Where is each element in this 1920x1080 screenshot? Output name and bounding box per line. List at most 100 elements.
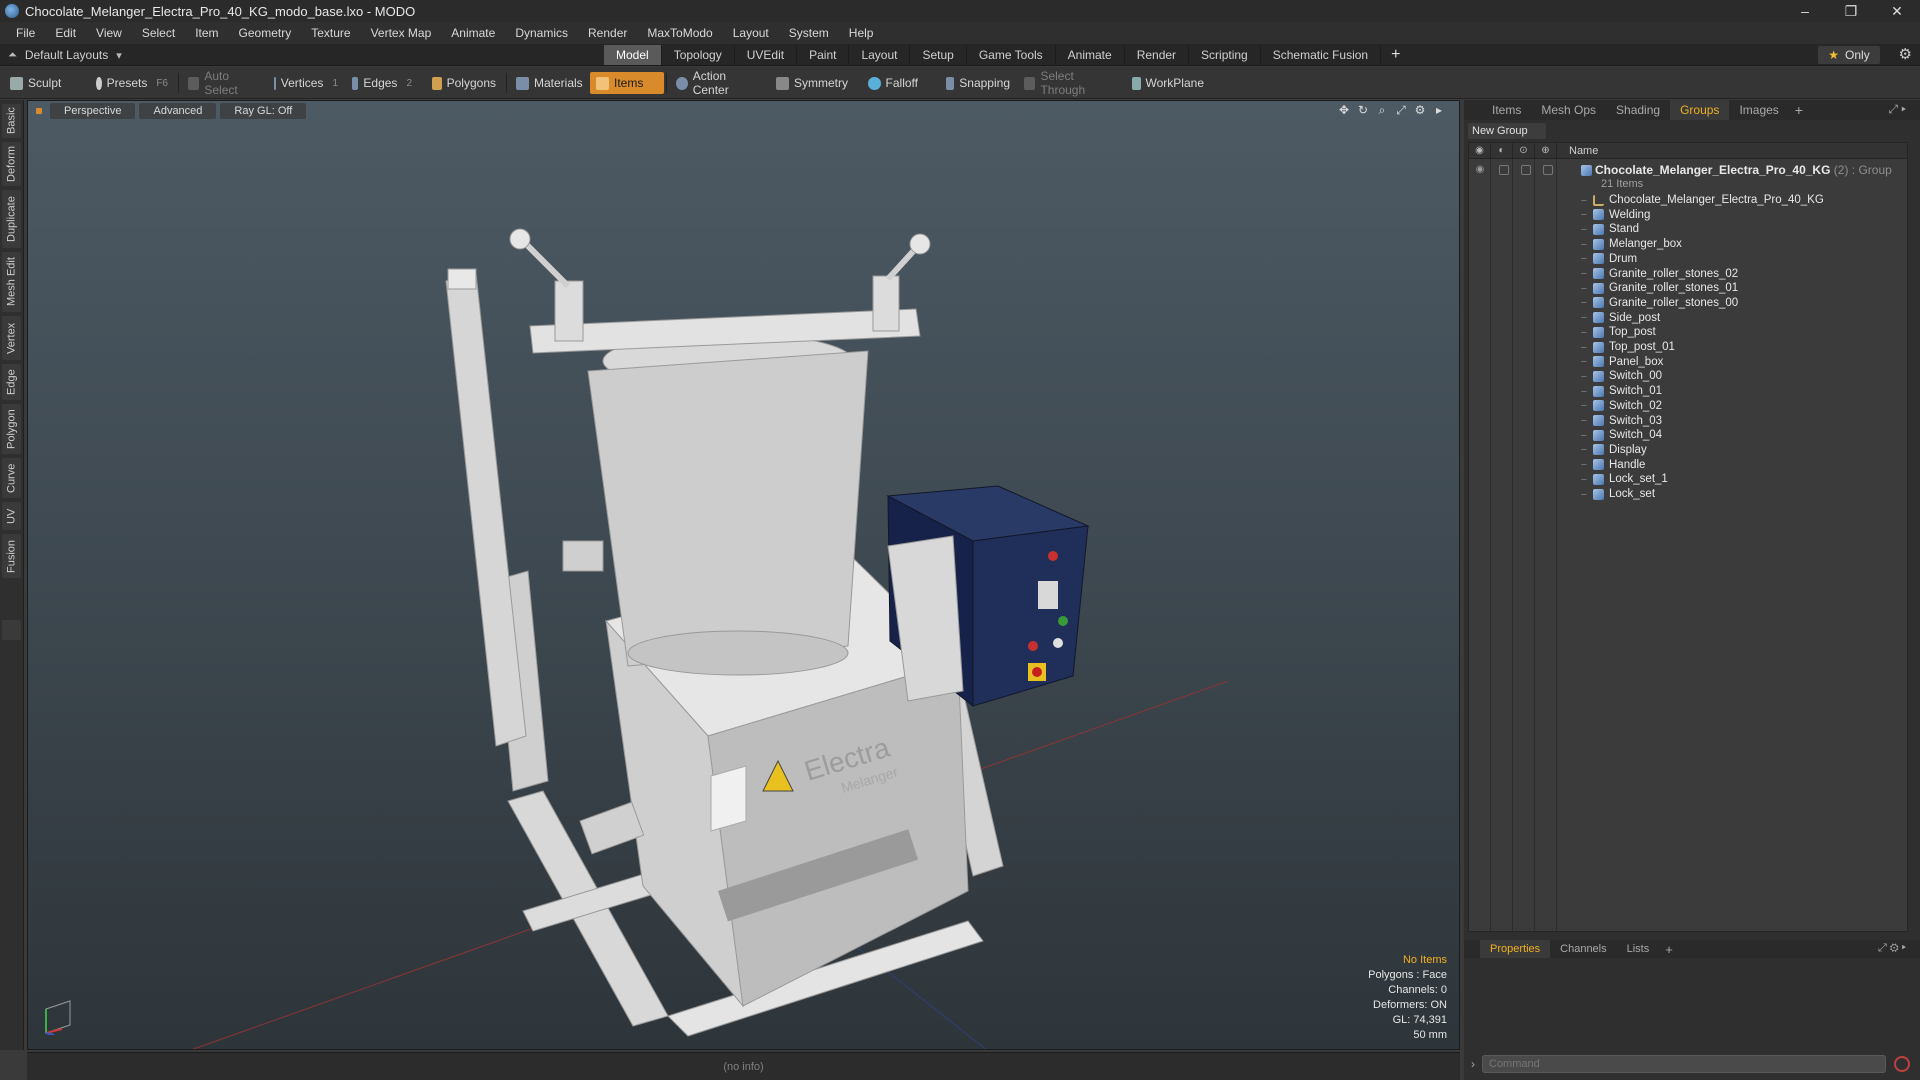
panel-toggle-button[interactable]	[2, 620, 21, 640]
expand-panel-icon[interactable]: ⤢ ⚙ ▸	[1878, 942, 1906, 955]
command-input[interactable]	[1482, 1055, 1886, 1073]
items-button[interactable]: Items	[590, 72, 664, 94]
materials-button[interactable]: Materials	[510, 72, 590, 94]
tab-topology[interactable]: Topology	[662, 45, 735, 65]
menu-render[interactable]: Render	[578, 22, 637, 44]
snapping-button[interactable]: Snapping	[940, 72, 1016, 94]
lock-toggle[interactable]	[1521, 165, 1531, 175]
new-group-button[interactable]: New Group	[1468, 123, 1546, 139]
menu-layout[interactable]: Layout	[723, 22, 779, 44]
tab-basic[interactable]: Basic	[2, 104, 21, 138]
select-column-icon[interactable]: ⊕	[1535, 143, 1557, 159]
menu-view[interactable]: View	[86, 22, 132, 44]
drum-bottom	[627, 630, 849, 676]
tab-layout[interactable]: Layout	[849, 45, 911, 65]
mesh-icon	[1593, 341, 1604, 353]
tab-uv[interactable]: UV	[2, 502, 21, 530]
edges-button[interactable]: Edges 2	[346, 72, 418, 94]
menu-bar: File Edit View Select Item Geometry Text…	[0, 22, 1920, 44]
tab-groups[interactable]: Groups	[1670, 100, 1730, 120]
zoom-icon[interactable]: ⌕	[1376, 104, 1388, 116]
tab-polygon[interactable]: Polygon	[2, 404, 21, 454]
menu-item[interactable]: Item	[185, 22, 228, 44]
view-type-button[interactable]: Perspective	[50, 103, 136, 119]
only-toggle[interactable]: ★ Only	[1818, 46, 1880, 64]
tab-schematic-fusion[interactable]: Schematic Fusion	[1261, 45, 1382, 65]
tab-mesh-edit[interactable]: Mesh Edit	[2, 252, 21, 312]
tab-scripting[interactable]: Scripting	[1189, 45, 1261, 65]
tab-paint[interactable]: Paint	[797, 45, 850, 65]
tab-lists[interactable]: Lists	[1617, 940, 1660, 958]
sculpt-button[interactable]: Sculpt	[4, 72, 84, 94]
close-button[interactable]: ✕	[1874, 0, 1920, 22]
vertices-label: Vertices	[280, 76, 324, 90]
gear-icon[interactable]: ⚙	[1899, 45, 1912, 63]
action-center-button[interactable]: Action Center	[670, 69, 764, 97]
tab-shading[interactable]: Shading	[1606, 100, 1670, 120]
visibility-eye-icon[interactable]: ◉	[1473, 165, 1487, 175]
expand-panel-icon[interactable]: ⤢ ▸	[1888, 102, 1906, 117]
tab-curve[interactable]: Curve	[2, 458, 21, 498]
restore-button[interactable]: ❐	[1828, 0, 1874, 22]
tab-items[interactable]: Items	[1482, 100, 1531, 120]
minimize-button[interactable]: –	[1782, 0, 1828, 22]
default-layouts-dropdown[interactable]: ⏶ Default Layouts ▾	[8, 44, 122, 66]
tab-uvedit[interactable]: UVEdit	[735, 45, 798, 65]
vertices-button[interactable]: Vertices 1	[268, 72, 344, 94]
menu-animate[interactable]: Animate	[441, 22, 505, 44]
tab-properties[interactable]: Properties	[1480, 940, 1551, 958]
tab-deform[interactable]: Deform	[2, 142, 21, 186]
shading-mode-button[interactable]: Advanced	[139, 103, 217, 119]
menu-file[interactable]: File	[6, 22, 45, 44]
symmetry-button[interactable]: Symmetry	[770, 72, 856, 94]
tab-game-tools[interactable]: Game Tools	[967, 45, 1056, 65]
tab-channels[interactable]: Channels	[1550, 940, 1616, 958]
raygl-button[interactable]: Ray GL: Off	[220, 103, 307, 119]
menu-dynamics[interactable]: Dynamics	[505, 22, 578, 44]
add-tab-button[interactable]: +	[1789, 102, 1809, 118]
tab-render[interactable]: Render	[1125, 45, 1190, 65]
render-toggle[interactable]	[1499, 165, 1509, 175]
gizmo-z-axis	[45, 1032, 55, 1035]
menu-select[interactable]: Select	[132, 22, 185, 44]
viewport-menu-icon[interactable]	[36, 108, 42, 114]
list-item-label: Stand	[1609, 223, 1640, 236]
select-toggle[interactable]	[1543, 165, 1553, 175]
menu-geometry[interactable]: Geometry	[229, 22, 302, 44]
menu-vertex-map[interactable]: Vertex Map	[361, 22, 442, 44]
auto-select-button[interactable]: Auto Select	[182, 69, 264, 97]
add-tab-button[interactable]: +	[1381, 45, 1410, 65]
polygons-button[interactable]: Polygons	[426, 72, 502, 94]
tab-animate[interactable]: Animate	[1056, 45, 1125, 65]
fit-icon[interactable]: ⤢	[1395, 104, 1407, 116]
workplane-button[interactable]: WorkPlane	[1126, 72, 1210, 94]
stop-icon[interactable]	[1894, 1056, 1910, 1072]
tab-setup[interactable]: Setup	[910, 45, 967, 65]
menu-maxtomodo[interactable]: MaxToModo	[637, 22, 722, 44]
tab-images[interactable]: Images	[1729, 100, 1788, 120]
viewport-settings-icon[interactable]: ⚙	[1414, 104, 1426, 116]
menu-edit[interactable]: Edit	[45, 22, 86, 44]
tab-mesh-ops[interactable]: Mesh Ops	[1531, 100, 1606, 120]
presets-button[interactable]: Presets F6	[90, 72, 174, 94]
pan-icon[interactable]: ✥	[1338, 104, 1350, 116]
render-column-icon[interactable]: ◐	[1491, 143, 1513, 159]
viewport-expand-icon[interactable]: ▸	[1433, 104, 1445, 116]
tab-duplicate[interactable]: Duplicate	[2, 190, 21, 248]
menu-texture[interactable]: Texture	[301, 22, 360, 44]
name-column-header[interactable]: Name	[1557, 145, 1598, 157]
add-tab-button[interactable]: +	[1659, 942, 1679, 957]
3d-viewport[interactable]: Electra Melanger Perspective Advanced Ra…	[27, 100, 1460, 1050]
rotate-icon[interactable]: ↻	[1357, 104, 1369, 116]
tab-vertex[interactable]: Vertex	[2, 316, 21, 360]
menu-help[interactable]: Help	[839, 22, 884, 44]
falloff-button[interactable]: Falloff	[862, 72, 924, 94]
menu-system[interactable]: System	[779, 22, 839, 44]
tab-model[interactable]: Model	[604, 45, 662, 65]
list-item[interactable]: – Lock_set	[1469, 485, 1907, 503]
lock-column-icon[interactable]: ⊙	[1513, 143, 1535, 159]
tab-fusion[interactable]: Fusion	[2, 534, 21, 578]
tab-edge[interactable]: Edge	[2, 364, 21, 400]
visibility-column-icon[interactable]: ◉	[1469, 143, 1491, 159]
select-through-button[interactable]: Select Through	[1018, 69, 1118, 97]
